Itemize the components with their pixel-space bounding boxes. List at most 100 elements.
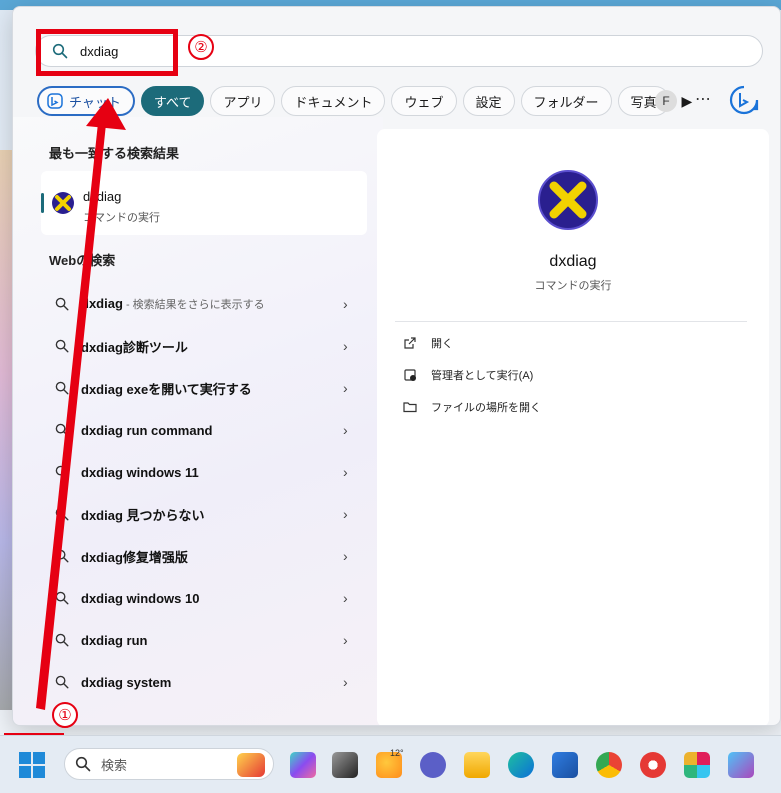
search-icon (55, 423, 69, 437)
web-search-text: dxdiag system (81, 675, 343, 690)
search-icon (55, 465, 69, 479)
web-search-query: dxdiag windows 10 (81, 590, 200, 606)
web-search-query: dxdiag system (81, 674, 172, 690)
background-window-edge (0, 150, 12, 710)
account-avatar[interactable]: F (655, 90, 677, 112)
chevron-right-icon: › (343, 590, 348, 606)
detail-pane: dxdiag コマンドの実行 開く 管理者として実行(A) ファイルの場所を開く (377, 129, 769, 725)
chevron-right-icon: › (343, 338, 348, 354)
folder-icon (403, 402, 417, 413)
web-search-item[interactable]: dxdiag 見つからない › (41, 493, 367, 535)
filter-apps[interactable]: アプリ (210, 86, 276, 116)
web-search-text: dxdiag run command (81, 423, 343, 438)
web-search-item[interactable]: dxdiag run command › (41, 409, 367, 451)
web-search-text: dxdiag run (81, 633, 343, 648)
web-search-text: dxdiag windows 11 (81, 465, 343, 480)
copilot-icon[interactable] (290, 752, 316, 778)
open-file-location-action[interactable]: ファイルの場所を開く (403, 397, 541, 417)
web-search-item[interactable]: dxdiag windows 11 › (41, 451, 367, 493)
app-icon[interactable] (640, 752, 666, 778)
web-search-text: dxdiag診断ツール (81, 337, 343, 356)
task-view-icon[interactable] (332, 752, 358, 778)
best-match-heading: 最も一致する検索結果 (49, 146, 180, 161)
search-icon (55, 381, 69, 395)
web-search-heading: Webの検索 (49, 253, 116, 268)
filter-web[interactable]: ウェブ (391, 86, 457, 116)
web-search-query: dxdiag (81, 296, 123, 311)
chevron-right-icon: › (343, 548, 348, 564)
filter-settings[interactable]: 設定 (462, 86, 515, 116)
taskbar-search[interactable]: 検索 (64, 748, 274, 780)
selection-indicator (41, 193, 44, 213)
search-icon (55, 507, 69, 521)
web-search-query: dxdiag run (81, 632, 148, 648)
filter-chips: チャット すべて アプリ ドキュメント ウェブ 設定 フォルダー 写真 ▶ (37, 85, 692, 117)
web-search-item[interactable]: dxdiag診断ツール › (41, 325, 367, 367)
chevron-right-icon: › (343, 422, 348, 438)
shield-admin-icon (404, 369, 416, 381)
search-icon (55, 339, 69, 353)
web-search-item[interactable]: dxdiag修复增强版 › (41, 535, 367, 577)
search-icon (55, 591, 69, 605)
open-action-label: 開く (431, 338, 453, 350)
bing-chat-icon[interactable] (729, 85, 759, 115)
web-search-text: dxdiag exeを開いて実行する (81, 379, 343, 398)
web-search-item[interactable]: dxdiag - 検索結果をさらに表示する › (41, 283, 367, 325)
web-search-query: dxdiag 見つからない (81, 507, 205, 523)
taskbar-search-placeholder: 検索 (101, 757, 128, 773)
paint-icon[interactable] (728, 752, 754, 778)
edge-icon[interactable] (508, 752, 534, 778)
chevron-right-icon: › (343, 380, 348, 396)
store-icon[interactable] (552, 752, 578, 778)
chevron-right-icon: › (343, 632, 348, 648)
open-file-location-label: ファイルの場所を開く (431, 402, 541, 414)
chrome-icon[interactable] (596, 752, 622, 778)
web-search-query: dxdiag修复增强版 (81, 549, 188, 565)
web-search-query: dxdiag windows 11 (81, 464, 199, 480)
search-highlight-icon (237, 753, 265, 777)
search-icon (55, 297, 69, 311)
chat-chip-label: チャット (69, 94, 121, 110)
chevron-right-icon: › (343, 464, 348, 480)
search-icon (55, 633, 69, 647)
web-search-text: dxdiag windows 10 (81, 591, 343, 606)
windows-start-icon[interactable] (18, 751, 46, 779)
filter-folders[interactable]: フォルダー (520, 86, 612, 116)
open-external-icon (404, 337, 416, 349)
web-search-query: dxdiag診断ツール (81, 339, 188, 355)
weather-temperature: 12° (390, 748, 404, 758)
more-filters-arrow-icon[interactable]: ▶ (682, 93, 693, 110)
web-search-text: dxdiag 見つからない (81, 505, 343, 524)
best-match-item[interactable]: dxdiag コマンドの実行 (41, 171, 367, 235)
search-icon (55, 549, 69, 563)
chat-chip[interactable]: チャット (37, 86, 135, 116)
step-1-marker: ① (52, 702, 78, 728)
web-search-text: dxdiag - 検索結果をさらに表示する (81, 296, 343, 312)
detail-divider (395, 321, 747, 322)
run-as-admin-label: 管理者として実行(A) (431, 370, 534, 382)
taskbar: 検索 (0, 735, 781, 793)
filter-all[interactable]: すべて (140, 86, 205, 116)
chevron-right-icon: › (343, 674, 348, 690)
teams-icon[interactable] (420, 752, 446, 778)
detail-app-name: dxdiag (549, 253, 597, 270)
slack-icon[interactable] (684, 752, 710, 778)
dxdiag-large-icon (538, 170, 598, 230)
open-action[interactable]: 開く (403, 333, 453, 353)
web-search-item[interactable]: dxdiag run › (41, 619, 367, 661)
web-search-text: dxdiag修复增强版 (81, 547, 343, 566)
more-options-icon[interactable]: ⋯ (695, 89, 712, 109)
best-match-subtitle: コマンドの実行 (83, 212, 160, 224)
web-search-item[interactable]: dxdiag system › (41, 661, 367, 703)
filter-documents[interactable]: ドキュメント (281, 86, 386, 116)
web-search-hint: - 検索結果をさらに表示する (122, 299, 265, 311)
taskbar-search-icon (75, 756, 91, 772)
web-search-item[interactable]: dxdiag windows 10 › (41, 577, 367, 619)
best-match-name: dxdiag (83, 189, 122, 204)
detail-app-type: コマンドの実行 (534, 280, 612, 292)
chevron-right-icon: › (343, 506, 348, 522)
web-search-list: dxdiag - 検索結果をさらに表示する › dxdiag診断ツール › dxdiag… (41, 283, 367, 703)
file-explorer-icon[interactable] (464, 752, 490, 778)
run-as-admin-action[interactable]: 管理者として実行(A) (403, 365, 533, 385)
web-search-item[interactable]: dxdiag exeを開いて実行する › (41, 367, 367, 409)
